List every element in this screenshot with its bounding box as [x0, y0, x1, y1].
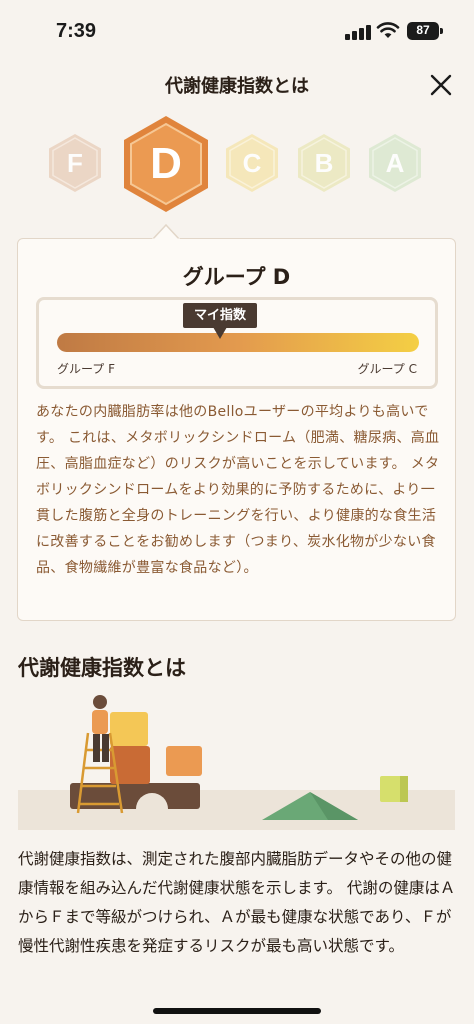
gauge-left-label: グループ F — [57, 362, 115, 376]
cellular-signal-icon — [345, 24, 373, 40]
metabolic-health-illustration — [18, 695, 455, 830]
grade-letter: D — [150, 139, 182, 188]
grade-letter: F — [67, 147, 83, 178]
status-time: 7:39 — [56, 20, 97, 42]
grade-hex-f[interactable]: F — [47, 132, 103, 194]
grade-letter: A — [385, 147, 405, 178]
grade-hex-d-selected[interactable]: D — [121, 114, 211, 214]
battery-nub — [440, 28, 443, 34]
section-body: 代謝健康指数は、測定された腹部内臓脂肪データやその他の健康情報を組み込んだ代謝健… — [18, 850, 456, 955]
close-icon[interactable] — [424, 68, 458, 102]
card-title: グループ D — [182, 265, 291, 289]
status-bar: 7:39 87 — [0, 0, 474, 62]
grade-hex-a[interactable]: A — [367, 132, 423, 194]
grade-hex-c[interactable]: C — [224, 132, 280, 194]
grade-detail-card: グループ D マイ指数 グループ F グループ C あなたの内臓脂肪率は他のBe… — [17, 238, 456, 621]
gauge-right-label: グループ C — [357, 362, 417, 376]
card-pointer — [152, 224, 180, 240]
card-description: あなたの内臓脂肪率は他のBelloユーザーの平均よりも高いです。 これは、メタボ… — [36, 404, 440, 576]
page-title: 代謝健康指数とは — [165, 76, 309, 97]
marker-arrow-icon — [213, 327, 227, 339]
my-score-marker-label: マイ指数 — [183, 303, 257, 328]
wifi-icon — [376, 22, 400, 38]
gauge-bar — [57, 333, 419, 352]
section-title: 代謝健康指数とは — [18, 656, 186, 680]
grade-hex-b[interactable]: B — [296, 132, 352, 194]
grade-letter: B — [314, 147, 334, 178]
score-gauge: マイ指数 グループ F グループ C — [36, 297, 438, 389]
battery-icon: 87 — [407, 22, 439, 40]
grade-letter: C — [242, 147, 262, 178]
home-indicator[interactable] — [153, 1008, 321, 1014]
